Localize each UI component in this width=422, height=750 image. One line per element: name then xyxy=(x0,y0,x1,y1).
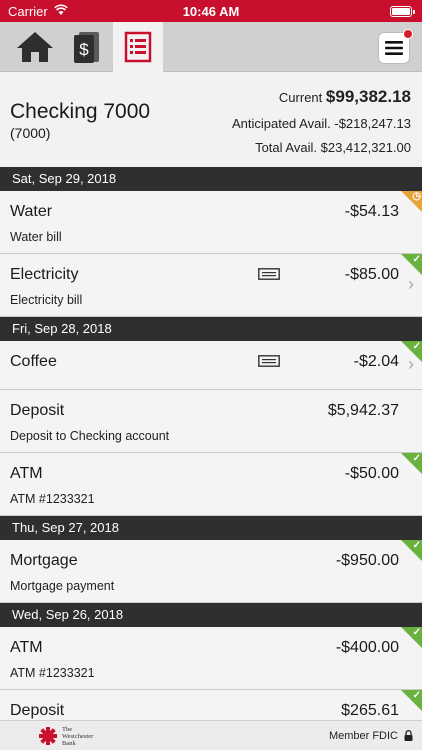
chevron-right-icon[interactable]: › xyxy=(408,274,414,295)
transaction-amount: $5,942.37 xyxy=(327,402,399,419)
account-name: Checking 7000 xyxy=(10,100,151,123)
home-icon xyxy=(17,32,53,62)
transaction-amount: -$50.00 xyxy=(344,465,399,482)
checkmark-icon: ✓ xyxy=(412,341,421,352)
notification-badge xyxy=(403,29,413,39)
transaction-description: ATM #1233321 xyxy=(10,492,95,506)
checkmark-icon: ✓ xyxy=(412,453,421,464)
transaction-amount: -$400.00 xyxy=(335,639,399,656)
transaction-title: Water xyxy=(10,203,53,220)
transaction-row[interactable]: ATM ATM #1233321 -$50.00 ✓ xyxy=(0,453,422,516)
lock-icon xyxy=(404,730,413,741)
anticipated-balance-value: -$218,247.13 xyxy=(334,116,411,131)
transaction-description: Electricity bill xyxy=(10,293,83,307)
transaction-title: Deposit xyxy=(10,402,65,419)
money-icon: $ xyxy=(74,32,99,63)
date-header: Thu, Sep 27, 2018 xyxy=(0,516,422,540)
tab-statement[interactable] xyxy=(113,22,163,72)
bank-name-line: Westchester xyxy=(62,733,94,740)
transaction-row[interactable]: Electricity Electricity bill -$85.00 ✓ › xyxy=(0,254,422,317)
bank-name: The Westchester Bank xyxy=(62,726,102,747)
checkmark-icon: ✓ xyxy=(412,254,421,265)
checkmark-icon: ✓ xyxy=(412,690,421,701)
transaction-row[interactable]: Deposit Deposit to Checking account $5,9… xyxy=(0,390,422,453)
anticipated-balance: Anticipated Avail. -$218,247.13 xyxy=(232,116,411,131)
checkmark-icon: ✓ xyxy=(412,627,421,638)
bank-logo-icon xyxy=(39,727,57,745)
account-number: (7000) xyxy=(10,125,51,141)
transaction-description: ATM #1233321 xyxy=(10,666,95,680)
transaction-title: Coffee xyxy=(10,353,57,370)
status-bar: Carrier 10:46 AM xyxy=(0,0,422,22)
transaction-description: Deposit to Checking account xyxy=(10,429,170,443)
transaction-amount: $265.61 xyxy=(341,702,399,719)
date-header: Fri, Sep 28, 2018 xyxy=(0,317,422,341)
transaction-title: Electricity xyxy=(10,266,79,283)
battery-icon xyxy=(390,6,415,17)
transaction-description: Water bill xyxy=(10,230,62,244)
tab-home[interactable] xyxy=(10,22,60,72)
anticipated-balance-label: Anticipated Avail. xyxy=(231,116,331,131)
total-balance-label: Total Avail. xyxy=(255,140,317,155)
clock: 10:46 AM xyxy=(182,4,240,19)
transaction-title: ATM xyxy=(10,639,43,656)
checkmark-icon: ✓ xyxy=(412,540,421,551)
current-balance-value: $99,382.18 xyxy=(325,87,411,106)
tab-money[interactable]: $ xyxy=(62,22,112,72)
total-balance-value: $23,412,321.00 xyxy=(320,140,411,155)
date-header: Wed, Sep 26, 2018 xyxy=(0,603,422,627)
chevron-right-icon[interactable]: › xyxy=(408,354,414,375)
fdic-label: Member FDIC xyxy=(328,730,398,742)
transaction-row[interactable]: Mortgage Mortgage payment -$950.00 ✓ xyxy=(0,540,422,603)
transaction-title: ATM xyxy=(10,465,43,482)
transaction-row[interactable]: Water Water bill -$54.13 ◷ xyxy=(0,191,422,254)
transaction-list: Sat, Sep 29, 2018 Water Water bill -$54.… xyxy=(0,167,422,730)
current-balance: Current $99,382.18 xyxy=(279,87,411,107)
receipt-icon xyxy=(258,355,280,367)
bank-name-line: Bank xyxy=(62,740,76,747)
current-balance-label: Current xyxy=(278,90,323,105)
svg-text:$: $ xyxy=(79,40,89,59)
account-summary: Checking 7000 (7000) Current $99,382.18 … xyxy=(0,72,422,167)
bank-name-line: The xyxy=(62,726,73,733)
transaction-amount: -$54.13 xyxy=(344,203,399,220)
hamburger-icon xyxy=(385,41,403,55)
menu-button[interactable] xyxy=(378,29,413,64)
transaction-amount: -$85.00 xyxy=(344,266,399,283)
total-balance: Total Avail. $23,412,321.00 xyxy=(255,140,411,155)
transaction-title: Mortgage xyxy=(10,552,78,569)
transaction-description: Mortgage payment xyxy=(10,579,115,593)
clock-icon: ◷ xyxy=(412,191,421,202)
footer: The Westchester Bank Member FDIC xyxy=(0,720,422,750)
nav-bar: $ xyxy=(0,22,422,72)
transaction-row[interactable]: ATM ATM #1233321 -$400.00 ✓ xyxy=(0,627,422,690)
transaction-row[interactable]: Coffee -$2.04 ✓ › xyxy=(0,341,422,390)
statement-icon xyxy=(124,31,152,63)
transaction-amount: -$950.00 xyxy=(335,552,399,569)
transaction-title: Deposit xyxy=(10,702,65,719)
receipt-icon xyxy=(258,268,280,280)
transaction-amount: -$2.04 xyxy=(353,353,399,370)
date-header: Sat, Sep 29, 2018 xyxy=(0,167,422,191)
